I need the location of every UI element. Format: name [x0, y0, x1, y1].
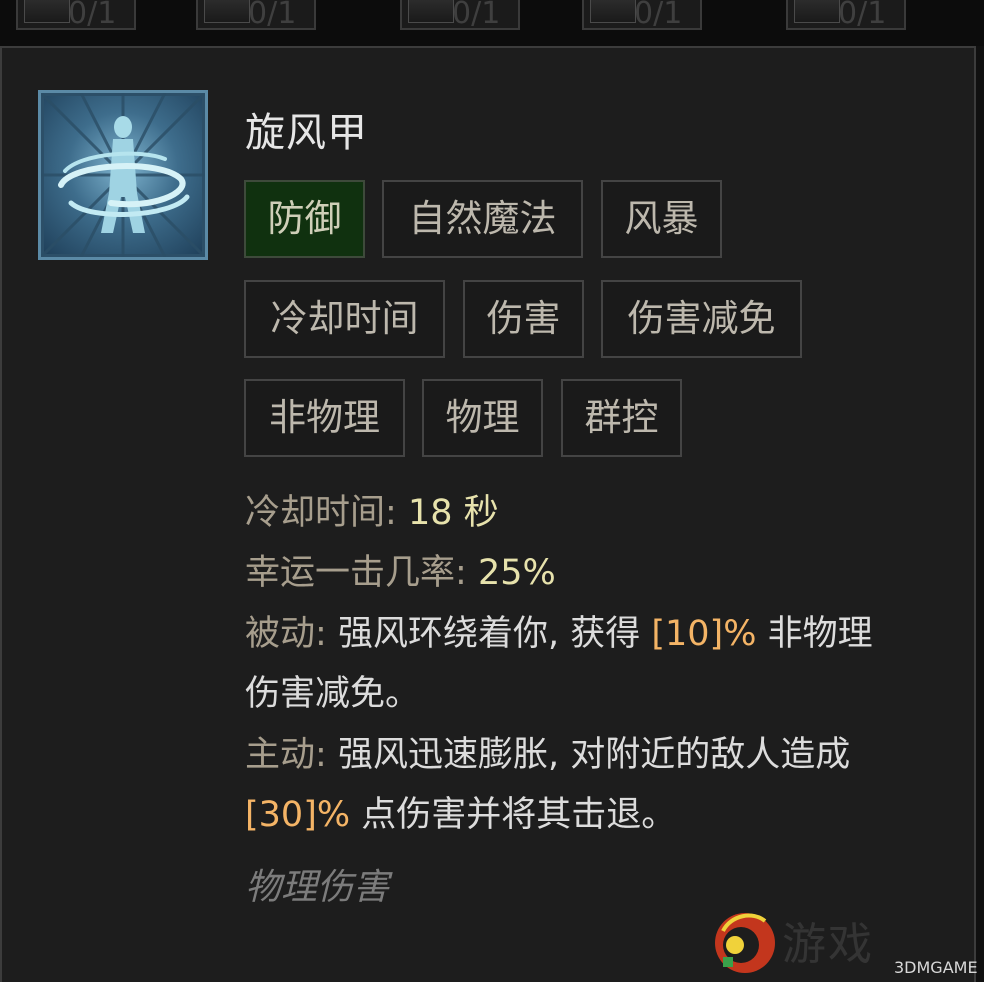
- passive-text: 非物理: [767, 614, 873, 654]
- tag-cooldown[interactable]: 冷却时间: [244, 280, 445, 358]
- lucky-hit-label: 幸运一击几率:: [245, 553, 467, 593]
- tag-nature-magic[interactable]: 自然魔法: [382, 180, 583, 258]
- watermark-text: 游戏: [782, 919, 874, 970]
- active-line: 主动: 强风迅速膨胀, 对附近的敌人造成: [245, 726, 850, 777]
- active-value: [30]%: [245, 795, 351, 835]
- active-label: 主动:: [245, 735, 327, 775]
- lucky-hit-value: 25%: [477, 553, 556, 593]
- slot-thumbnail: [590, 0, 636, 23]
- whirlwind-armor-icon: [38, 90, 208, 260]
- cooldown-line: 冷却时间: 18 秒: [245, 484, 499, 535]
- active-line-cont: [30]% 点伤害并将其击退。: [245, 786, 676, 837]
- tag-storm[interactable]: 风暴: [601, 180, 722, 258]
- cooldown-value: 18 秒: [407, 493, 499, 533]
- tag-non-physical[interactable]: 非物理: [244, 379, 405, 457]
- passive-line-cont: 伤害减免。: [245, 665, 420, 716]
- slot-thumbnail: [408, 0, 454, 23]
- slot-thumbnail: [794, 0, 840, 23]
- skill-slot[interactable]: 0/1: [786, 0, 906, 31]
- slot-count: 0/1: [838, 0, 887, 31]
- slot-count: 0/1: [634, 0, 683, 31]
- passive-label: 被动:: [245, 614, 327, 654]
- passive-text: 强风环绕着你, 获得: [337, 614, 641, 654]
- skill-slot[interactable]: 0/1: [196, 0, 316, 31]
- watermark-brand: 3DMGAME: [894, 958, 978, 977]
- tag-crowd-control[interactable]: 群控: [561, 379, 682, 457]
- watermark-logo-icon: [715, 913, 775, 973]
- damage-type-note: 物理伤害: [245, 867, 390, 908]
- slot-thumbnail: [204, 0, 250, 23]
- skill-slot[interactable]: 0/1: [582, 0, 702, 31]
- lucky-hit-line: 幸运一击几率: 25%: [245, 544, 556, 595]
- slot-count: 0/1: [452, 0, 501, 31]
- skill-slot[interactable]: 0/1: [400, 0, 520, 31]
- slot-thumbnail: [24, 0, 70, 23]
- cooldown-label: 冷却时间:: [245, 493, 397, 533]
- tag-defense[interactable]: 防御: [244, 180, 365, 258]
- tag-physical[interactable]: 物理: [422, 379, 543, 457]
- tag-damage-reduction[interactable]: 伤害减免: [601, 280, 802, 358]
- passive-line: 被动: 强风环绕着你, 获得 [10]% 非物理: [245, 605, 873, 656]
- passive-text: 伤害减免。: [245, 674, 421, 714]
- skill-slot-strip: 0/1 0/1 0/1 0/1 0/1: [0, 0, 984, 46]
- passive-value: [10]%: [651, 614, 757, 654]
- slot-count: 0/1: [68, 0, 117, 31]
- slot-count: 0/1: [248, 0, 297, 31]
- skill-name: 旋风甲: [245, 110, 368, 156]
- skill-slot[interactable]: 0/1: [16, 0, 136, 31]
- active-text: 点伤害并将其击退。: [361, 795, 677, 835]
- tag-damage[interactable]: 伤害: [463, 280, 584, 358]
- active-text: 强风迅速膨胀, 对附近的敌人造成: [337, 735, 851, 775]
